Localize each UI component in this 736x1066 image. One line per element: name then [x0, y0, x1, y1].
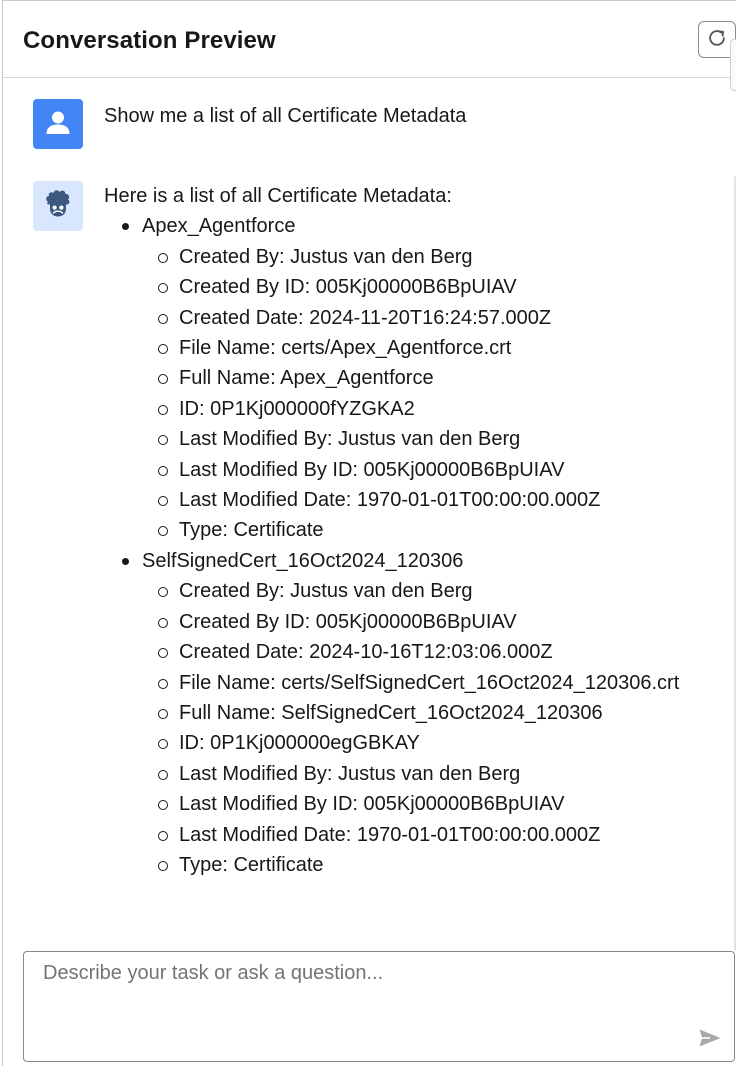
- certificate-field: Last Modified By ID: 005Kj00000B6BpUIAV: [142, 455, 679, 485]
- certificate-item: Apex_Agentforce Created By: Justus van d…: [104, 211, 679, 545]
- certificate-field: Created Date: 2024-10-16T12:03:06.000Z: [142, 637, 679, 667]
- user-message-text: Show me a list of all Certificate Metada…: [104, 105, 467, 127]
- einstein-bot-icon: [41, 187, 75, 226]
- certificate-field: Type: Certificate: [142, 850, 679, 880]
- panel-header: Conversation Preview: [3, 1, 736, 78]
- certificate-name: Apex_Agentforce: [142, 215, 296, 238]
- bot-avatar: [33, 181, 83, 231]
- send-icon: [698, 1028, 722, 1053]
- conversation-preview-panel: Conversation Preview Show me a list of a…: [2, 0, 736, 1066]
- user-avatar: [33, 99, 83, 149]
- certificate-field: Created By: Justus van den Berg: [142, 576, 679, 606]
- bot-message-body: Here is a list of all Certificate Metada…: [104, 181, 679, 880]
- certificate-field: Last Modified By ID: 005Kj00000B6BpUIAV: [142, 789, 679, 819]
- certificate-item: SelfSignedCert_16Oct2024_120306 Created …: [104, 546, 679, 880]
- certificate-field-list: Created By: Justus van den Berg Created …: [142, 242, 679, 546]
- certificate-field: Last Modified Date: 1970-01-01T00:00:00.…: [142, 485, 679, 515]
- page-title: Conversation Preview: [23, 27, 276, 54]
- refresh-icon: [706, 27, 728, 52]
- certificate-field: Created By ID: 005Kj00000B6BpUIAV: [142, 272, 679, 302]
- certificate-field: Created By: Justus van den Berg: [142, 242, 679, 272]
- certificate-field: File Name: certs/Apex_Agentforce.crt: [142, 333, 679, 363]
- certificate-field: Last Modified Date: 1970-01-01T00:00:00.…: [142, 820, 679, 850]
- send-button[interactable]: [697, 1027, 723, 1053]
- side-panel-handle[interactable]: [730, 39, 736, 91]
- certificate-name: SelfSignedCert_16Oct2024_120306: [142, 549, 464, 572]
- certificate-field: ID: 0P1Kj000000fYZGKA2: [142, 394, 679, 424]
- certificate-field: File Name: certs/SelfSignedCert_16Oct202…: [142, 668, 679, 698]
- certificate-field-list: Created By: Justus van den Berg Created …: [142, 576, 679, 880]
- certificate-field: ID: 0P1Kj000000egGBKAY: [142, 728, 679, 758]
- certificate-field: Full Name: SelfSignedCert_16Oct2024_1203…: [142, 698, 679, 728]
- composer: [23, 951, 735, 1062]
- certificate-field: Type: Certificate: [142, 515, 679, 545]
- certificate-field: Created By ID: 005Kj00000B6BpUIAV: [142, 607, 679, 637]
- certificate-field: Last Modified By: Justus van den Berg: [142, 424, 679, 454]
- user-icon: [43, 107, 73, 142]
- certificate-list: Apex_Agentforce Created By: Justus van d…: [104, 211, 679, 880]
- certificate-field: Created Date: 2024-11-20T16:24:57.000Z: [142, 303, 679, 333]
- message-input[interactable]: [24, 952, 734, 1061]
- bot-message-intro: Here is a list of all Certificate Metada…: [104, 185, 452, 207]
- certificate-field: Full Name: Apex_Agentforce: [142, 363, 679, 393]
- certificate-field: Last Modified By: Justus van den Berg: [142, 759, 679, 789]
